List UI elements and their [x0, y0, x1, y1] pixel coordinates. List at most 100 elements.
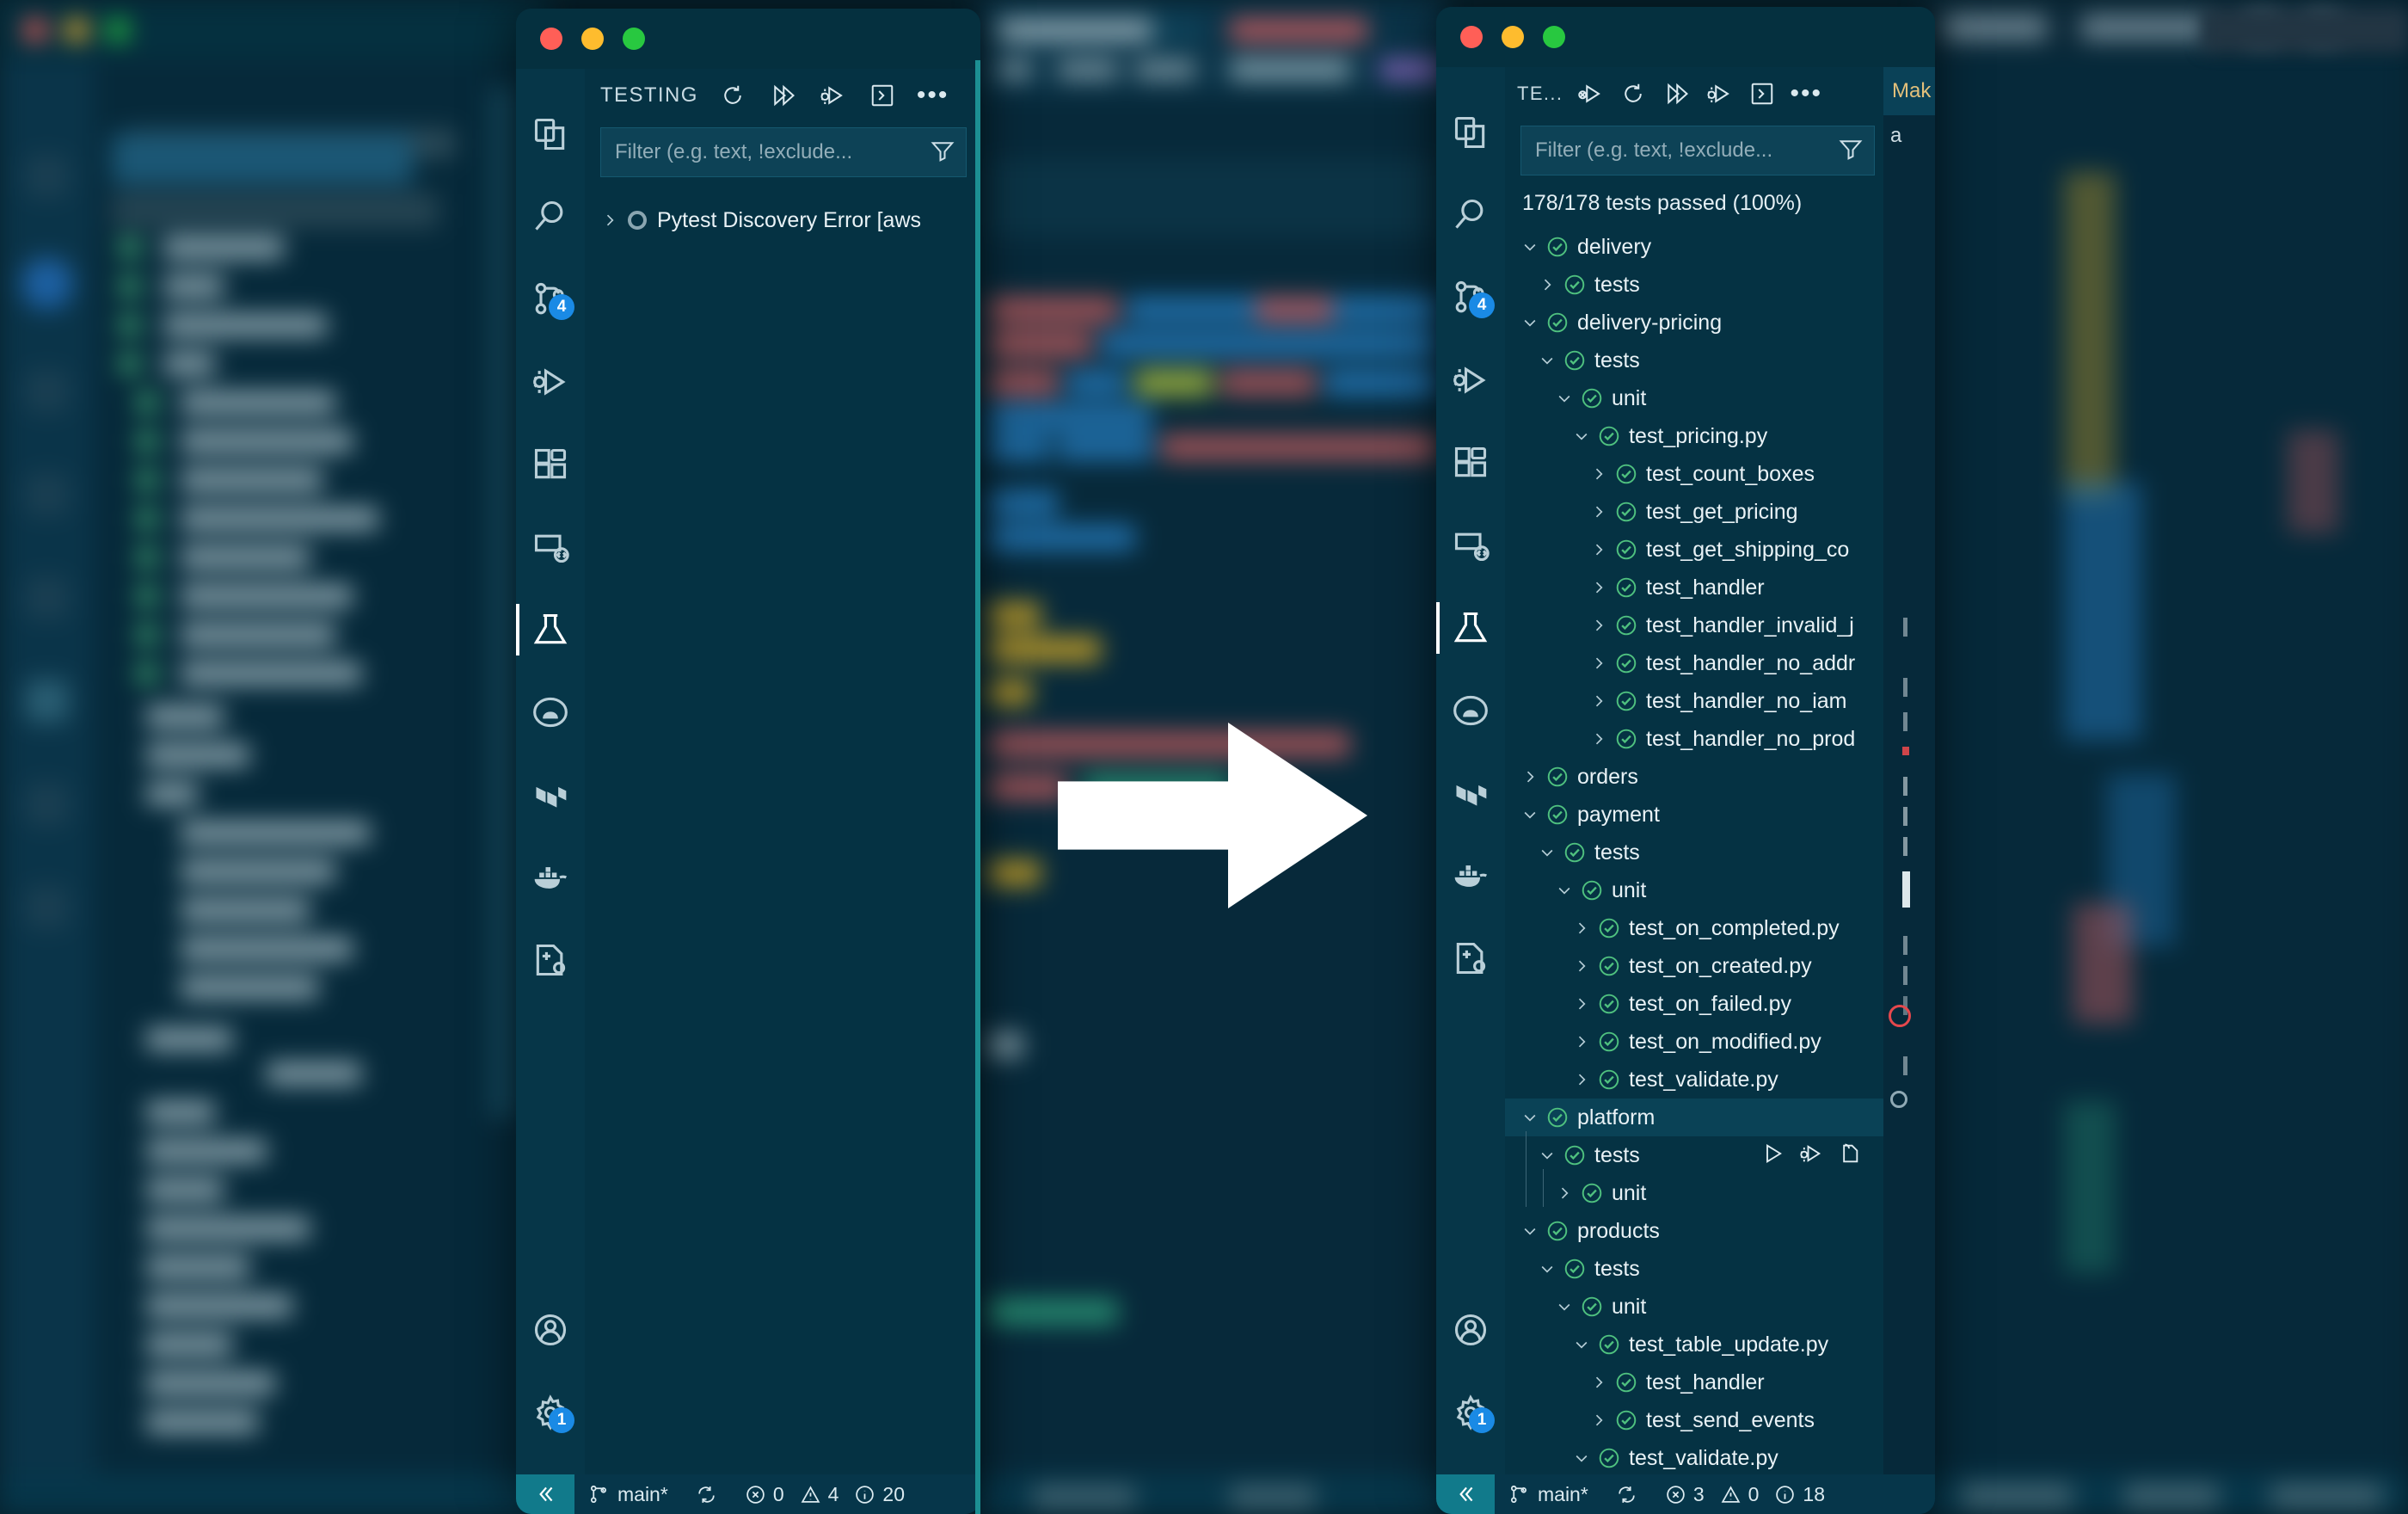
chevron-down-icon[interactable]	[1569, 1332, 1594, 1357]
sidebar-item-extensions[interactable]	[516, 423, 585, 506]
status-sync-icon[interactable]	[1602, 1484, 1651, 1505]
chevron-down-icon[interactable]	[1534, 1142, 1560, 1168]
debug-all-tests-icon[interactable]	[1704, 78, 1735, 109]
sidebar-item-source-control[interactable]: 4	[1436, 256, 1505, 339]
sidebar-item-source-control[interactable]: 4	[516, 258, 585, 341]
test-tree-row[interactable]: platform	[1505, 1099, 1883, 1136]
chevron-down-icon[interactable]	[1534, 840, 1560, 865]
sidebar-item-search[interactable]	[1436, 174, 1505, 256]
chevron-right-icon[interactable]	[1586, 1369, 1612, 1395]
test-tree-row[interactable]: delivery-pricing	[1505, 304, 1883, 342]
test-tree-row[interactable]: tests	[1505, 1136, 1883, 1174]
test-tree-row[interactable]: test_validate.py	[1505, 1061, 1883, 1099]
sidebar-item-testing[interactable]	[516, 588, 585, 671]
chevron-right-icon[interactable]	[1586, 650, 1612, 676]
test-tree-row[interactable]: Pytest Discovery Error [aws	[585, 201, 980, 239]
sidebar-item-devcontainer[interactable]	[516, 919, 585, 1001]
close-button[interactable]	[1460, 26, 1483, 48]
sidebar-item-extensions[interactable]	[1436, 422, 1505, 504]
test-tree-row[interactable]: test_handler_no_addr	[1505, 644, 1883, 682]
sidebar-item-docker[interactable]	[1436, 834, 1505, 917]
test-tree-row[interactable]: tests	[1505, 266, 1883, 304]
chevron-down-icon[interactable]	[1569, 1445, 1594, 1471]
sidebar-item-terraform[interactable]	[516, 754, 585, 836]
test-tree-row[interactable]: unit	[1505, 379, 1883, 417]
test-tree-row[interactable]: test_pricing.py	[1505, 417, 1883, 455]
sidebar-item-search[interactable]	[516, 175, 585, 258]
test-tree-row[interactable]: test_validate.py	[1505, 1439, 1883, 1477]
chevron-down-icon[interactable]	[1517, 234, 1543, 260]
sidebar-item-github[interactable]	[516, 671, 585, 754]
after-filter-box[interactable]	[1520, 126, 1875, 175]
debug-test-icon[interactable]	[1799, 1142, 1823, 1170]
chevron-right-icon[interactable]	[1569, 915, 1594, 941]
sidebar-item-run-and-debug[interactable]	[1436, 339, 1505, 422]
chevron-down-icon[interactable]	[1517, 1218, 1543, 1244]
sidebar-item-remote-explorer[interactable]	[1436, 504, 1505, 587]
chevron-down-icon[interactable]	[1551, 877, 1577, 903]
sidebar-item-explorer[interactable]	[516, 93, 585, 175]
minimize-button[interactable]	[581, 28, 604, 50]
run-test-icon[interactable]	[1761, 1142, 1785, 1170]
more-actions-icon[interactable]: •••	[1790, 89, 1822, 98]
chevron-right-icon[interactable]	[1586, 688, 1612, 714]
sidebar-item-docker[interactable]	[516, 836, 585, 919]
maximize-button[interactable]	[623, 28, 645, 50]
search-input[interactable]	[615, 140, 930, 164]
chevron-down-icon[interactable]	[1534, 1256, 1560, 1282]
test-tree-row[interactable]: orders	[1505, 758, 1883, 796]
chevron-right-icon[interactable]	[1517, 764, 1543, 790]
debug-all-tests-icon[interactable]	[817, 80, 848, 111]
test-tree-row[interactable]: payment	[1505, 796, 1883, 834]
before-filter-box[interactable]	[600, 127, 967, 177]
sidebar-item-devcontainer[interactable]	[1436, 917, 1505, 1000]
sidebar-item-run-and-debug[interactable]	[516, 341, 585, 423]
more-actions-icon[interactable]: •••	[917, 91, 949, 100]
run-failed-tests-icon[interactable]	[1575, 78, 1606, 109]
test-tree-row[interactable]: test_table_update.py	[1505, 1326, 1883, 1363]
test-tree-row[interactable]: test_on_completed.py	[1505, 909, 1883, 947]
search-input[interactable]	[1535, 138, 1838, 163]
refresh-tests-icon[interactable]	[717, 80, 748, 111]
test-tree-row[interactable]: products	[1505, 1212, 1883, 1250]
test-tree-row[interactable]: tests	[1505, 834, 1883, 871]
maximize-button[interactable]	[1543, 26, 1565, 48]
test-tree-row[interactable]: test_count_boxes	[1505, 455, 1883, 493]
chevron-right-icon[interactable]	[1569, 991, 1594, 1017]
close-button[interactable]	[540, 28, 562, 50]
minimize-button[interactable]	[1502, 26, 1524, 48]
test-tree-row[interactable]: unit	[1505, 1174, 1883, 1212]
chevron-down-icon[interactable]	[1517, 1105, 1543, 1130]
editor-tab-makefile[interactable]: Mak	[1883, 67, 1935, 115]
settings-gear-button[interactable]: 1	[1436, 1371, 1505, 1454]
refresh-tests-icon[interactable]	[1618, 78, 1649, 109]
test-tree-row[interactable]: tests	[1505, 1250, 1883, 1288]
chevron-right-icon[interactable]	[1586, 537, 1612, 563]
chevron-right-icon[interactable]	[1569, 1029, 1594, 1055]
test-tree-row[interactable]: unit	[1505, 1288, 1883, 1326]
chevron-right-icon[interactable]	[597, 207, 623, 233]
chevron-down-icon[interactable]	[1569, 423, 1594, 449]
chevron-right-icon[interactable]	[1586, 461, 1612, 487]
status-problems[interactable]: 3 0 18	[1651, 1483, 1839, 1506]
test-tree-row[interactable]: test_get_shipping_co	[1505, 531, 1883, 569]
sidebar-item-github[interactable]	[1436, 669, 1505, 752]
reveal-in-explorer-icon[interactable]	[1837, 1142, 1861, 1170]
chevron-down-icon[interactable]	[1551, 385, 1577, 411]
test-tree-row[interactable]: delivery	[1505, 228, 1883, 266]
test-tree-row[interactable]: test_handler_no_iam	[1505, 682, 1883, 720]
chevron-right-icon[interactable]	[1586, 612, 1612, 638]
test-tree-row[interactable]: test_handler_no_prod	[1505, 720, 1883, 758]
show-output-icon[interactable]	[1747, 78, 1778, 109]
test-tree-row[interactable]: test_handler	[1505, 569, 1883, 606]
test-tree-row[interactable]: test_on_created.py	[1505, 947, 1883, 985]
chevron-right-icon[interactable]	[1569, 953, 1594, 979]
run-all-tests-icon[interactable]	[767, 80, 798, 111]
chevron-right-icon[interactable]	[1586, 1407, 1612, 1433]
settings-gear-button[interactable]: 1	[516, 1371, 585, 1454]
status-sync-icon[interactable]	[682, 1484, 731, 1505]
chevron-right-icon[interactable]	[1586, 499, 1612, 525]
filter-funnel-icon[interactable]	[1838, 136, 1864, 166]
account-button[interactable]	[516, 1289, 585, 1371]
account-button[interactable]	[1436, 1289, 1505, 1371]
